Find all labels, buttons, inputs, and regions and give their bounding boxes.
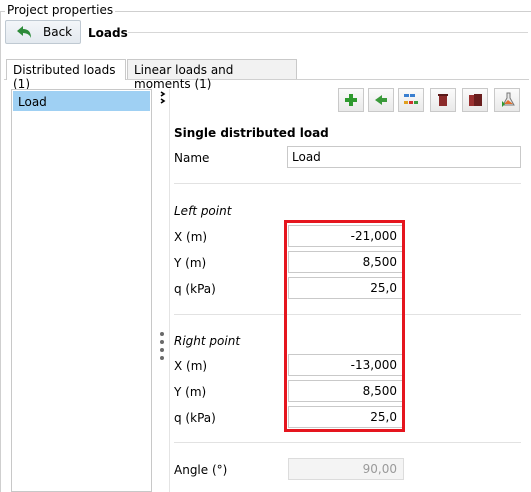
right-point-title: Right point (174, 334, 241, 348)
group-frame-left (0, 11, 1, 492)
delete-icon (438, 94, 448, 106)
name-label: Name (174, 151, 210, 165)
left-q-label: q (kPa) (174, 282, 216, 296)
collapse-chevron-icon[interactable] (158, 89, 168, 107)
list-item-load[interactable]: Load (13, 91, 150, 111)
loads-list[interactable]: Load (11, 89, 152, 492)
back-button-label: Back (43, 25, 73, 39)
apply-button[interactable] (494, 88, 520, 112)
right-y-label: Y (m) (174, 385, 207, 399)
angle-field: 90,00 (288, 458, 404, 480)
right-x-label: X (m) (174, 359, 208, 373)
add-icon (345, 94, 357, 106)
angle-label: Angle (°) (174, 463, 228, 477)
tab-linear-loads[interactable]: Linear loads and moments (1) (127, 59, 297, 91)
section-title: Single distributed load (174, 126, 329, 140)
name-field[interactable]: Load (287, 146, 521, 168)
left-point-title: Left point (174, 204, 232, 218)
delete-all-icon (469, 94, 482, 106)
tab-label: Linear loads and moments (1) (134, 63, 234, 91)
section-separator (174, 183, 521, 184)
splitter-grip-icon[interactable] (158, 332, 166, 368)
highlight-box (284, 220, 405, 432)
tab-distributed-loads[interactable]: Distributed loads (1) (6, 59, 126, 91)
table-icon (404, 94, 418, 104)
add-button[interactable] (338, 88, 364, 112)
left-y-label: Y (m) (174, 256, 207, 270)
group-title: Project properties (5, 3, 116, 17)
panel-divider (169, 89, 170, 492)
list-item-label: Load (18, 95, 47, 109)
tab-label: Distributed loads (1) (13, 63, 116, 91)
delete-all-button[interactable] (462, 88, 488, 112)
apply-icon (502, 92, 515, 107)
copy-icon (375, 95, 387, 105)
back-button[interactable]: Back (5, 20, 81, 44)
copy-button[interactable] (368, 88, 394, 112)
back-arrow-icon (17, 26, 31, 38)
table-button[interactable] (398, 88, 424, 112)
page-title: Loads (88, 26, 128, 40)
title-divider (128, 32, 528, 33)
section-separator (174, 442, 521, 443)
left-x-label: X (m) (174, 230, 208, 244)
delete-button[interactable] (430, 88, 456, 112)
right-q-label: q (kPa) (174, 411, 216, 425)
